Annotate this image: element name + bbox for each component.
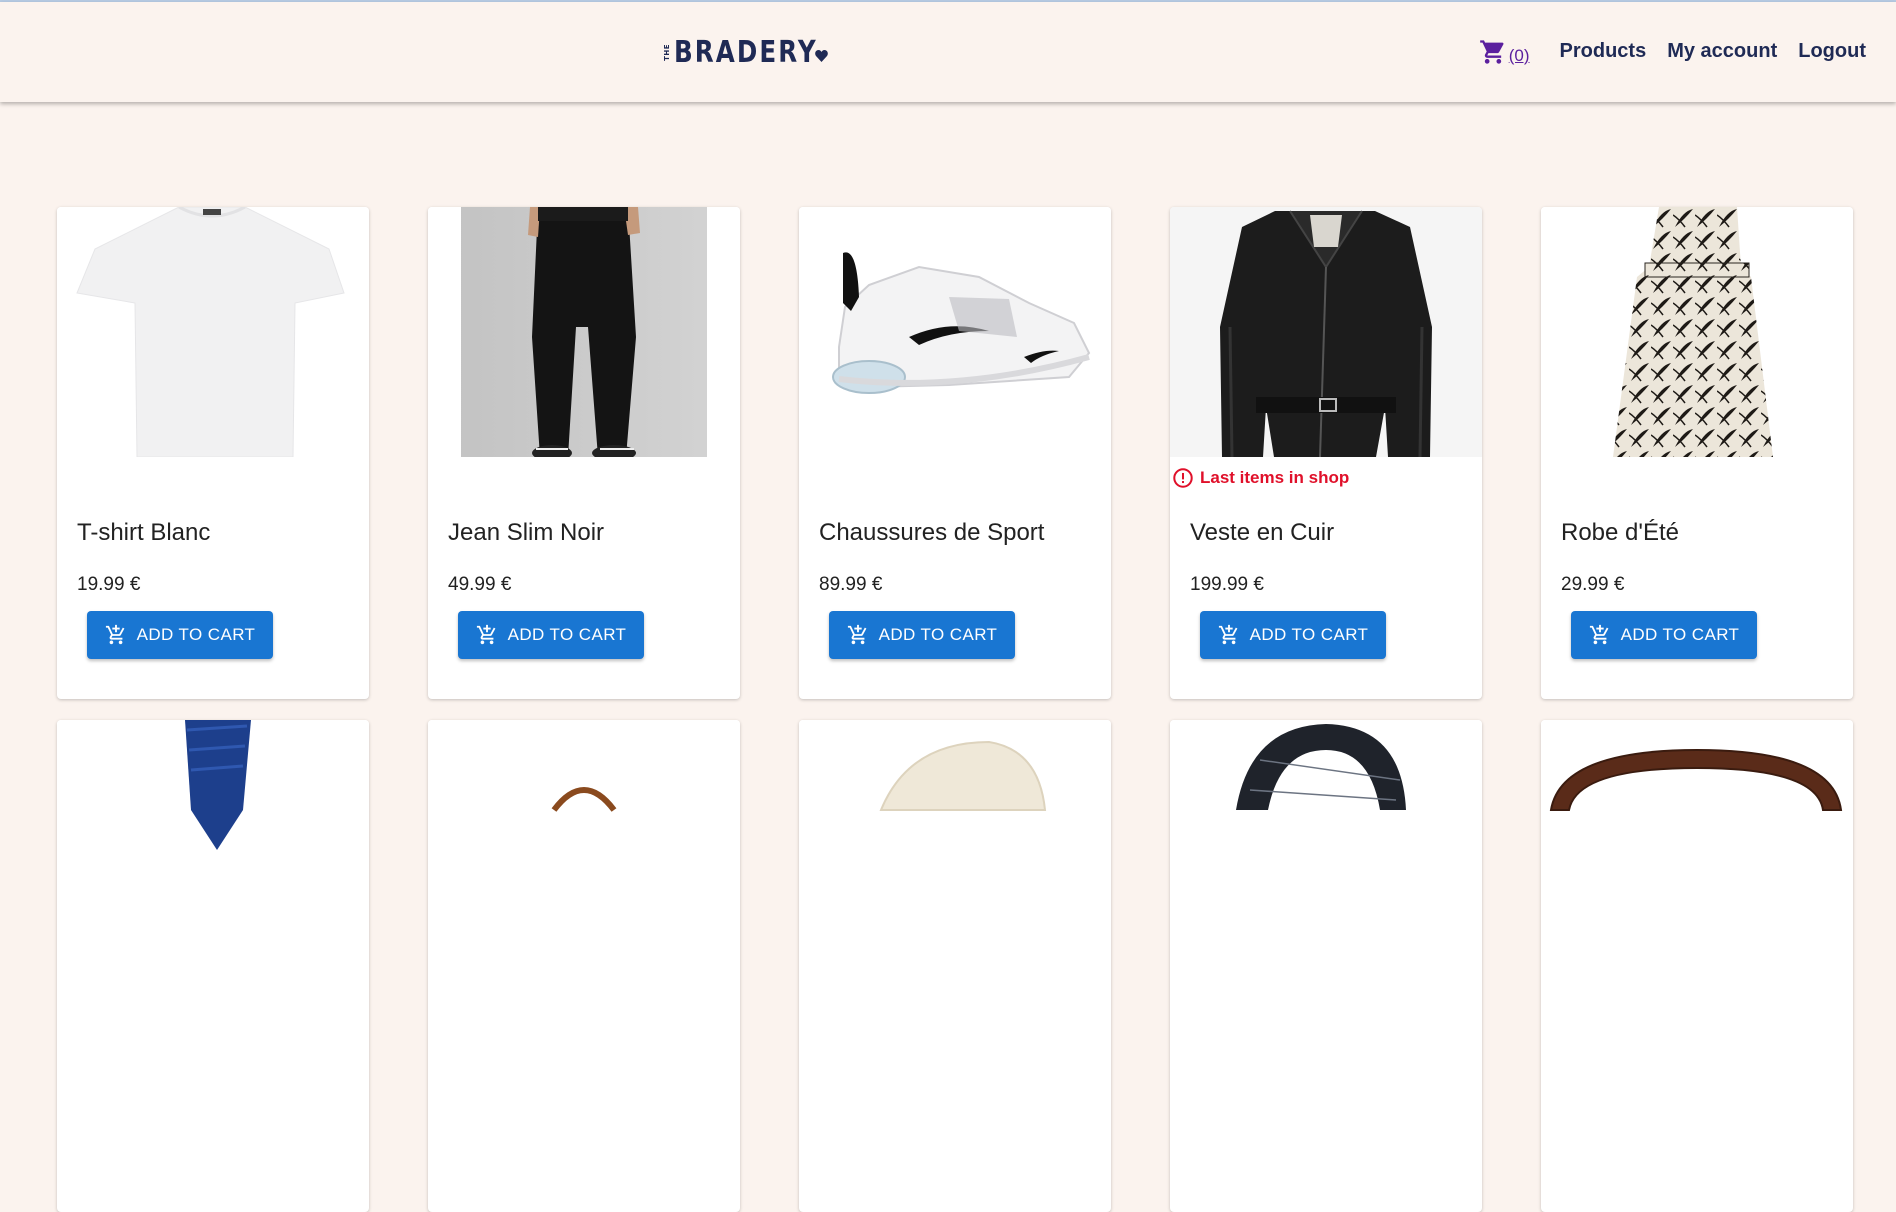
product-image-tshirt[interactable] [57,207,369,457]
add-to-cart-button[interactable]: ADD TO CART [458,611,644,659]
product-image-belt[interactable] [1541,720,1853,970]
product-image-sneakers[interactable] [799,207,1111,457]
main-nav: (0) Products My account Logout [1479,36,1866,66]
add-to-cart-label: ADD TO CART [1620,625,1740,644]
add-to-cart-button[interactable]: ADD TO CART [1571,611,1757,659]
product-card[interactable]: Robe d'Été 29.99 € ADD TO CART [1541,207,1853,699]
product-card[interactable]: Chaussures de Sport 89.99 € ADD TO CART [799,207,1111,699]
nav-products[interactable]: Products [1560,40,1647,63]
nav-logout[interactable]: Logout [1798,40,1866,63]
site-header: THE BRADERY (0) Products My account Logo… [0,2,1896,102]
product-image-handbag[interactable] [428,720,740,970]
product-image-summer-dress[interactable] [1541,207,1853,457]
product-card[interactable]: Last items in shop Veste en Cuir 199.99 … [1170,207,1482,699]
product-price: 89.99 € [819,574,883,595]
add-shopping-cart-icon [105,624,125,645]
stock-warning: Last items in shop [1172,467,1349,489]
heart-icon [815,50,828,62]
product-name[interactable]: Veste en Cuir [1190,519,1334,547]
product-card[interactable] [428,720,740,1212]
product-card[interactable] [57,720,369,1212]
brand-logo[interactable]: THE BRADERY [663,32,849,72]
product-image-jean[interactable] [428,207,740,457]
cart-link[interactable]: (0) [1479,36,1530,66]
product-price: 49.99 € [448,574,512,595]
product-image-tie[interactable] [57,720,369,970]
product-card[interactable] [799,720,1111,1212]
product-card[interactable]: T-shirt Blanc 19.99 € ADD TO CART [57,207,369,699]
add-to-cart-button[interactable]: ADD TO CART [829,611,1015,659]
add-to-cart-label: ADD TO CART [878,625,998,644]
shopping-cart-icon [1479,40,1504,64]
add-shopping-cart-icon [476,624,496,645]
add-shopping-cart-icon [847,624,867,645]
logo-wordmark: BRADERY [674,34,818,70]
product-name[interactable]: Jean Slim Noir [448,519,604,547]
nav-my-account[interactable]: My account [1667,40,1777,63]
error-outline-icon [1173,468,1193,488]
logo-prefix: THE [663,43,671,61]
product-name[interactable]: T-shirt Blanc [77,519,210,547]
product-name[interactable]: Chaussures de Sport [819,519,1044,547]
product-card[interactable]: Jean Slim Noir 49.99 € ADD TO CART [428,207,740,699]
product-card[interactable] [1541,720,1853,1212]
add-to-cart-button[interactable]: ADD TO CART [1200,611,1386,659]
add-to-cart-button[interactable]: ADD TO CART [87,611,273,659]
product-image-hat[interactable] [799,720,1111,970]
product-image-scarf[interactable] [1170,720,1482,970]
add-to-cart-label: ADD TO CART [136,625,256,644]
add-to-cart-label: ADD TO CART [507,625,627,644]
add-to-cart-label: ADD TO CART [1249,625,1369,644]
product-price: 199.99 € [1190,574,1264,595]
page-scrollbar[interactable] [1886,102,1896,795]
add-shopping-cart-icon [1218,624,1238,645]
product-price: 19.99 € [77,574,141,595]
stock-warning-text: Last items in shop [1200,468,1350,487]
cart-count: (0) [1508,46,1530,65]
product-card[interactable] [1170,720,1482,1212]
add-shopping-cart-icon [1589,624,1609,645]
product-price: 29.99 € [1561,574,1625,595]
product-image-leather-jacket[interactable] [1170,207,1482,457]
product-name[interactable]: Robe d'Été [1561,519,1679,547]
